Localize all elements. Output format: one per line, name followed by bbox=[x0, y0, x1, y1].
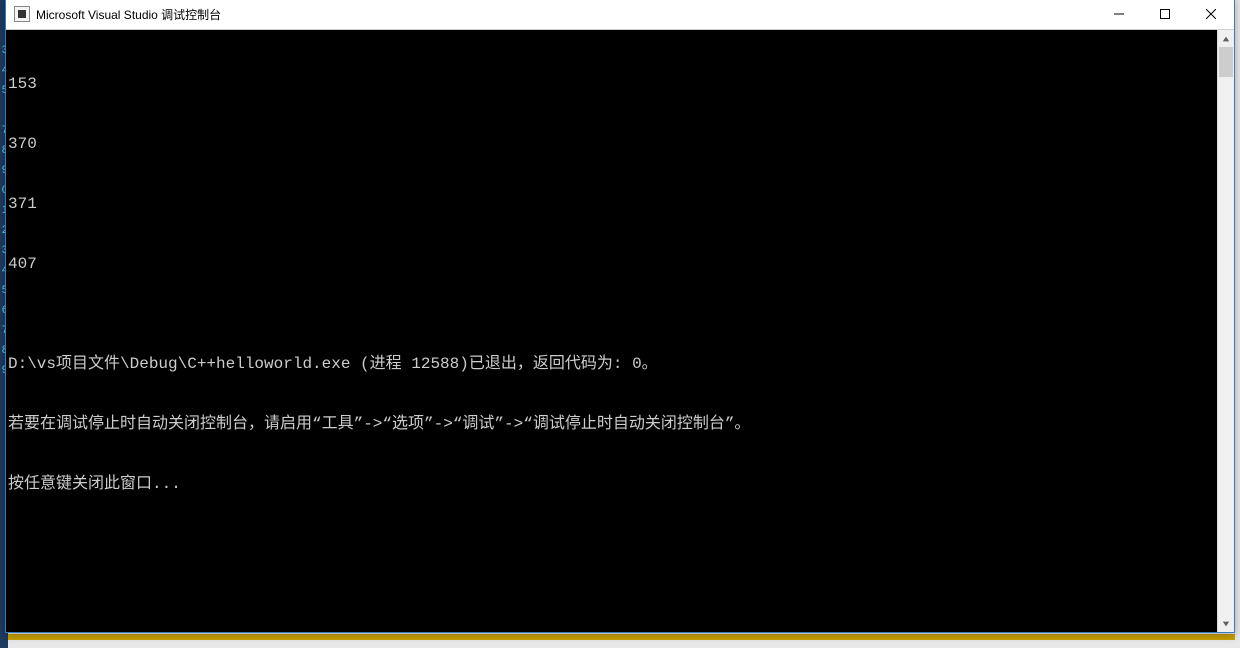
chevron-down-icon bbox=[1222, 620, 1230, 628]
console-line: 371 bbox=[8, 194, 1215, 214]
console-line: D:\vs项目文件\Debug\C++helloworld.exe (进程 12… bbox=[8, 354, 1215, 374]
scroll-up-button[interactable] bbox=[1218, 30, 1234, 47]
titlebar[interactable]: Microsoft Visual Studio 调试控制台 bbox=[6, 0, 1234, 30]
scroll-down-button[interactable] bbox=[1218, 615, 1234, 632]
maximize-icon bbox=[1160, 9, 1170, 19]
console-line: 若要在调试停止时自动关闭控制台，请启用“工具”->“选项”->“调试”->“调试… bbox=[8, 414, 1215, 434]
console-line: 407 bbox=[8, 254, 1215, 274]
close-button[interactable] bbox=[1188, 0, 1234, 29]
bottom-bar-background bbox=[5, 634, 1235, 640]
minimize-button[interactable] bbox=[1096, 0, 1142, 29]
console-line: 153 bbox=[8, 74, 1215, 94]
close-icon bbox=[1206, 9, 1216, 19]
scrollbar-thumb[interactable] bbox=[1219, 47, 1233, 77]
minimize-icon bbox=[1114, 9, 1124, 19]
app-icon bbox=[14, 6, 30, 22]
vertical-scrollbar[interactable] bbox=[1217, 30, 1234, 632]
console-output[interactable]: 153 370 371 407 D:\vs项目文件\Debug\C++hello… bbox=[6, 30, 1217, 632]
window-title: Microsoft Visual Studio 调试控制台 bbox=[36, 6, 221, 23]
chevron-up-icon bbox=[1222, 35, 1230, 43]
console-line: 按任意键关闭此窗口... bbox=[8, 474, 1215, 494]
console-window: Microsoft Visual Studio 调试控制台 153 370 37… bbox=[5, 0, 1235, 633]
console-line: 370 bbox=[8, 134, 1215, 154]
maximize-button[interactable] bbox=[1142, 0, 1188, 29]
